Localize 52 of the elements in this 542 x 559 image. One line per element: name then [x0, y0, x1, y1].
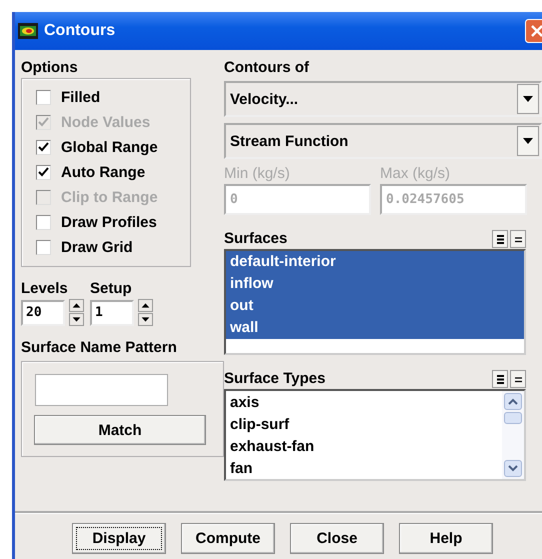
check-icon: [38, 142, 49, 153]
checkbox-option[interactable]: Draw Profiles: [36, 210, 190, 235]
dropdown[interactable]: Stream Function: [224, 123, 542, 159]
dialog-button[interactable]: Display: [72, 523, 166, 554]
surface-name-pattern-label: Surface Name Pattern: [21, 338, 178, 358]
dialog-button[interactable]: Close: [290, 523, 384, 554]
window-title: Contours: [44, 22, 116, 40]
options-label: Options: [21, 58, 79, 78]
close-icon[interactable]: [525, 19, 542, 43]
dialog-button[interactable]: Compute: [181, 523, 275, 554]
checkbox-option[interactable]: Filled: [36, 85, 190, 110]
range-label: Min (kg/s): [224, 164, 291, 184]
spinner-label: Levels: [21, 279, 69, 299]
list-item[interactable]: default-interior: [226, 251, 524, 273]
list-item[interactable]: exhaust-fan: [226, 436, 502, 458]
three-lines-icon: [496, 234, 504, 244]
list-item[interactable]: wall: [226, 317, 524, 339]
surfaces-label: Surfaces: [224, 229, 288, 249]
list-item[interactable]: fan: [226, 458, 502, 480]
spin-arrows[interactable]: [138, 299, 153, 326]
dialog-button[interactable]: Help: [399, 523, 493, 554]
caret-icon: [522, 95, 534, 103]
three-lines-icon: [496, 374, 504, 384]
checkbox-option[interactable]: Global Range: [36, 135, 190, 160]
check-icon: [38, 117, 49, 128]
spin-arrows[interactable]: [69, 299, 84, 326]
scrollbar[interactable]: [502, 391, 524, 479]
checkbox-option[interactable]: Draw Grid: [36, 235, 190, 260]
caret-icon: [522, 137, 534, 145]
deselect-all-button[interactable]: [510, 370, 526, 388]
contours-of-label: Contours of: [224, 58, 310, 78]
scroll-up-icon: [508, 398, 518, 405]
scroll-thumb[interactable]: [504, 412, 522, 424]
list-item[interactable]: axis: [226, 392, 502, 414]
checkbox-option[interactable]: Auto Range: [36, 160, 190, 185]
select-all-button[interactable]: [492, 230, 508, 248]
deselect-all-button[interactable]: [510, 230, 526, 248]
surface-types-label: Surface Types: [224, 369, 326, 389]
contour-app-icon: [18, 23, 38, 39]
scroll-down-icon: [508, 465, 518, 472]
pattern-field[interactable]: [35, 374, 168, 406]
list-item[interactable]: out: [226, 295, 524, 317]
list-item[interactable]: clip-surf: [226, 414, 502, 436]
list-item[interactable]: inflow: [226, 273, 524, 295]
number-field[interactable]: 20: [21, 300, 65, 326]
select-all-button[interactable]: [492, 370, 508, 388]
match-button[interactable]: Match: [34, 415, 206, 445]
number-field[interactable]: 1: [90, 300, 134, 326]
check-icon: [38, 167, 49, 178]
spinner-label: Setup: [90, 279, 133, 299]
range-label: Max (kg/s): [380, 164, 452, 184]
dropdown[interactable]: Velocity...: [224, 81, 542, 117]
